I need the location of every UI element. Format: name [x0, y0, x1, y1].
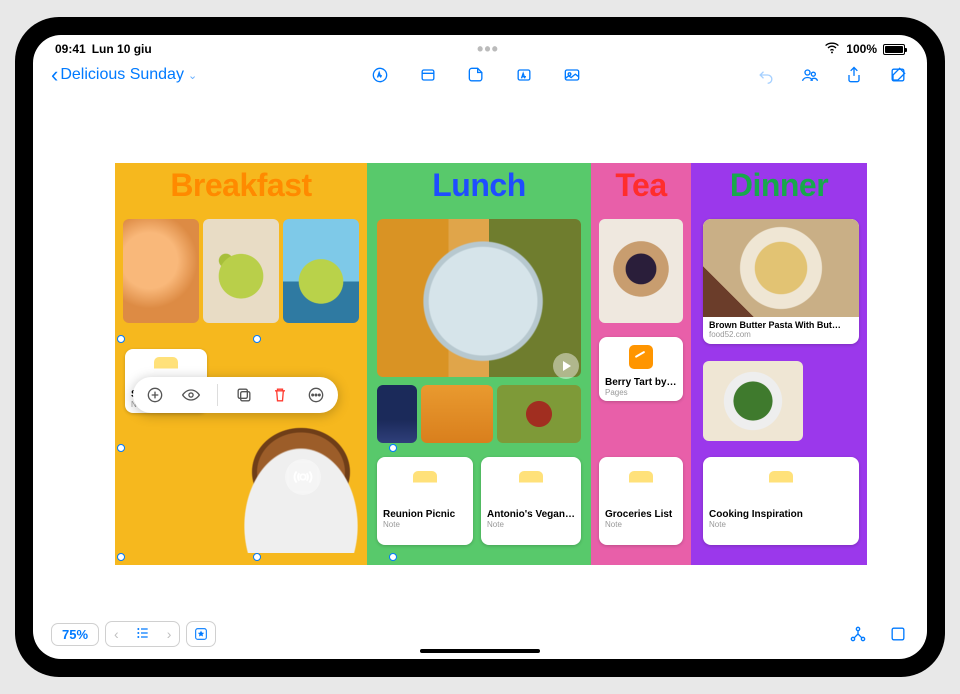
board-title: Delicious Sunday	[60, 66, 184, 84]
card-subtitle: Pages	[599, 388, 683, 397]
multitask-dots-icon[interactable]: •••	[477, 39, 499, 60]
pages-card-berry-tart[interactable]: Berry Tart by Olivia Pages	[599, 337, 683, 401]
scene-navigator: ‹ ›	[105, 621, 180, 647]
status-bar: 09:41 Lun 10 giu ••• 100%	[33, 35, 927, 57]
image-thumb[interactable]	[283, 219, 359, 323]
quicklook-icon[interactable]	[181, 385, 201, 405]
notes-app-icon	[413, 471, 437, 495]
image-thumb[interactable]	[377, 385, 417, 443]
image-lunch-plate[interactable]	[377, 219, 581, 377]
image-galette[interactable]	[599, 219, 683, 323]
battery-icon	[883, 44, 905, 55]
card-title: Berry Tart by Olivia	[599, 377, 683, 388]
compose-icon[interactable]	[887, 64, 909, 86]
card-subtitle: food52.com	[709, 330, 853, 339]
card-title: Brown Butter Pasta With But…	[709, 320, 853, 330]
collaborate-icon[interactable]	[799, 64, 821, 86]
image-thumb[interactable]	[123, 219, 199, 323]
text-tool-icon[interactable]	[513, 64, 535, 86]
undo-icon[interactable]	[755, 64, 777, 86]
prev-scene-button[interactable]: ‹	[106, 626, 127, 642]
canvas[interactable]: Breakfast Lunch Tea Dinner Summer Party	[33, 95, 927, 611]
notes-app-icon	[629, 471, 653, 495]
bottom-toolbar: 75% ‹ ›	[51, 621, 909, 647]
pages-app-icon	[629, 345, 653, 369]
card-subtitle: Note	[703, 520, 859, 529]
column-title: Dinner	[691, 163, 867, 204]
markup-tool-icon[interactable]	[369, 64, 391, 86]
play-icon[interactable]	[553, 353, 579, 379]
separator	[217, 384, 218, 406]
screen: 09:41 Lun 10 giu ••• 100% ‹ Delicious Su…	[33, 35, 927, 659]
shape-tool-icon[interactable]	[465, 64, 487, 86]
delete-icon[interactable]	[270, 385, 290, 405]
duplicate-icon[interactable]	[234, 385, 254, 405]
app-toolbar: ‹ Delicious Sunday ⌄	[33, 57, 927, 93]
device-frame: 09:41 Lun 10 giu ••• 100% ‹ Delicious Su…	[15, 17, 945, 677]
zoom-level-button[interactable]: 75%	[51, 623, 99, 646]
notes-app-icon	[769, 471, 793, 495]
more-icon[interactable]	[306, 385, 326, 405]
notes-app-icon	[519, 471, 543, 495]
image-salad[interactable]	[703, 361, 803, 441]
card-subtitle: Note	[481, 520, 581, 529]
share-icon[interactable]	[843, 64, 865, 86]
sticky-note-tool-icon[interactable]	[417, 64, 439, 86]
chevron-down-icon[interactable]: ⌄	[188, 69, 197, 82]
card-title: Groceries List	[599, 509, 683, 520]
wifi-icon	[824, 40, 840, 59]
note-card-groceries[interactable]: Groceries List Note	[599, 457, 683, 545]
card-subtitle: Note	[377, 520, 473, 529]
card-title: Cooking Inspiration	[703, 509, 859, 520]
home-indicator[interactable]	[420, 649, 540, 653]
fit-view-icon[interactable]	[887, 623, 909, 645]
live-badge-icon	[285, 459, 321, 495]
board: Breakfast Lunch Tea Dinner Summer Party	[115, 163, 883, 565]
link-preview-image	[703, 219, 859, 317]
battery-pct: 100%	[846, 42, 877, 56]
selection-context-toolbar	[133, 377, 338, 413]
add-connection-icon[interactable]	[145, 385, 165, 405]
scene-list-icon[interactable]	[127, 625, 159, 644]
column-title: Tea	[591, 163, 691, 204]
back-button[interactable]: ‹ Delicious Sunday ⌄	[51, 64, 197, 86]
favorite-scene-button[interactable]	[186, 621, 216, 647]
chevron-left-icon: ‹	[51, 64, 58, 86]
note-card-tacos[interactable]: Antonio's Vegan Tacos Note	[481, 457, 581, 545]
graph-view-icon[interactable]	[847, 623, 869, 645]
image-thumb[interactable]	[497, 385, 581, 443]
link-card-pasta[interactable]: Brown Butter Pasta With But… food52.com	[703, 219, 859, 344]
card-title: Reunion Picnic	[377, 509, 473, 520]
column-title: Lunch	[367, 163, 591, 204]
note-card-cooking[interactable]: Cooking Inspiration Note	[703, 457, 859, 545]
note-card-reunion[interactable]: Reunion Picnic Note	[377, 457, 473, 545]
next-scene-button[interactable]: ›	[159, 626, 180, 642]
image-thumb[interactable]	[203, 219, 279, 323]
image-thumb[interactable]	[421, 385, 493, 443]
media-tool-icon[interactable]	[561, 64, 583, 86]
card-title: Antonio's Vegan Tacos	[481, 509, 581, 520]
status-time: 09:41	[55, 42, 86, 56]
column-title: Breakfast	[115, 163, 367, 204]
card-subtitle: Note	[599, 520, 683, 529]
status-date: Lun 10 giu	[92, 42, 152, 56]
